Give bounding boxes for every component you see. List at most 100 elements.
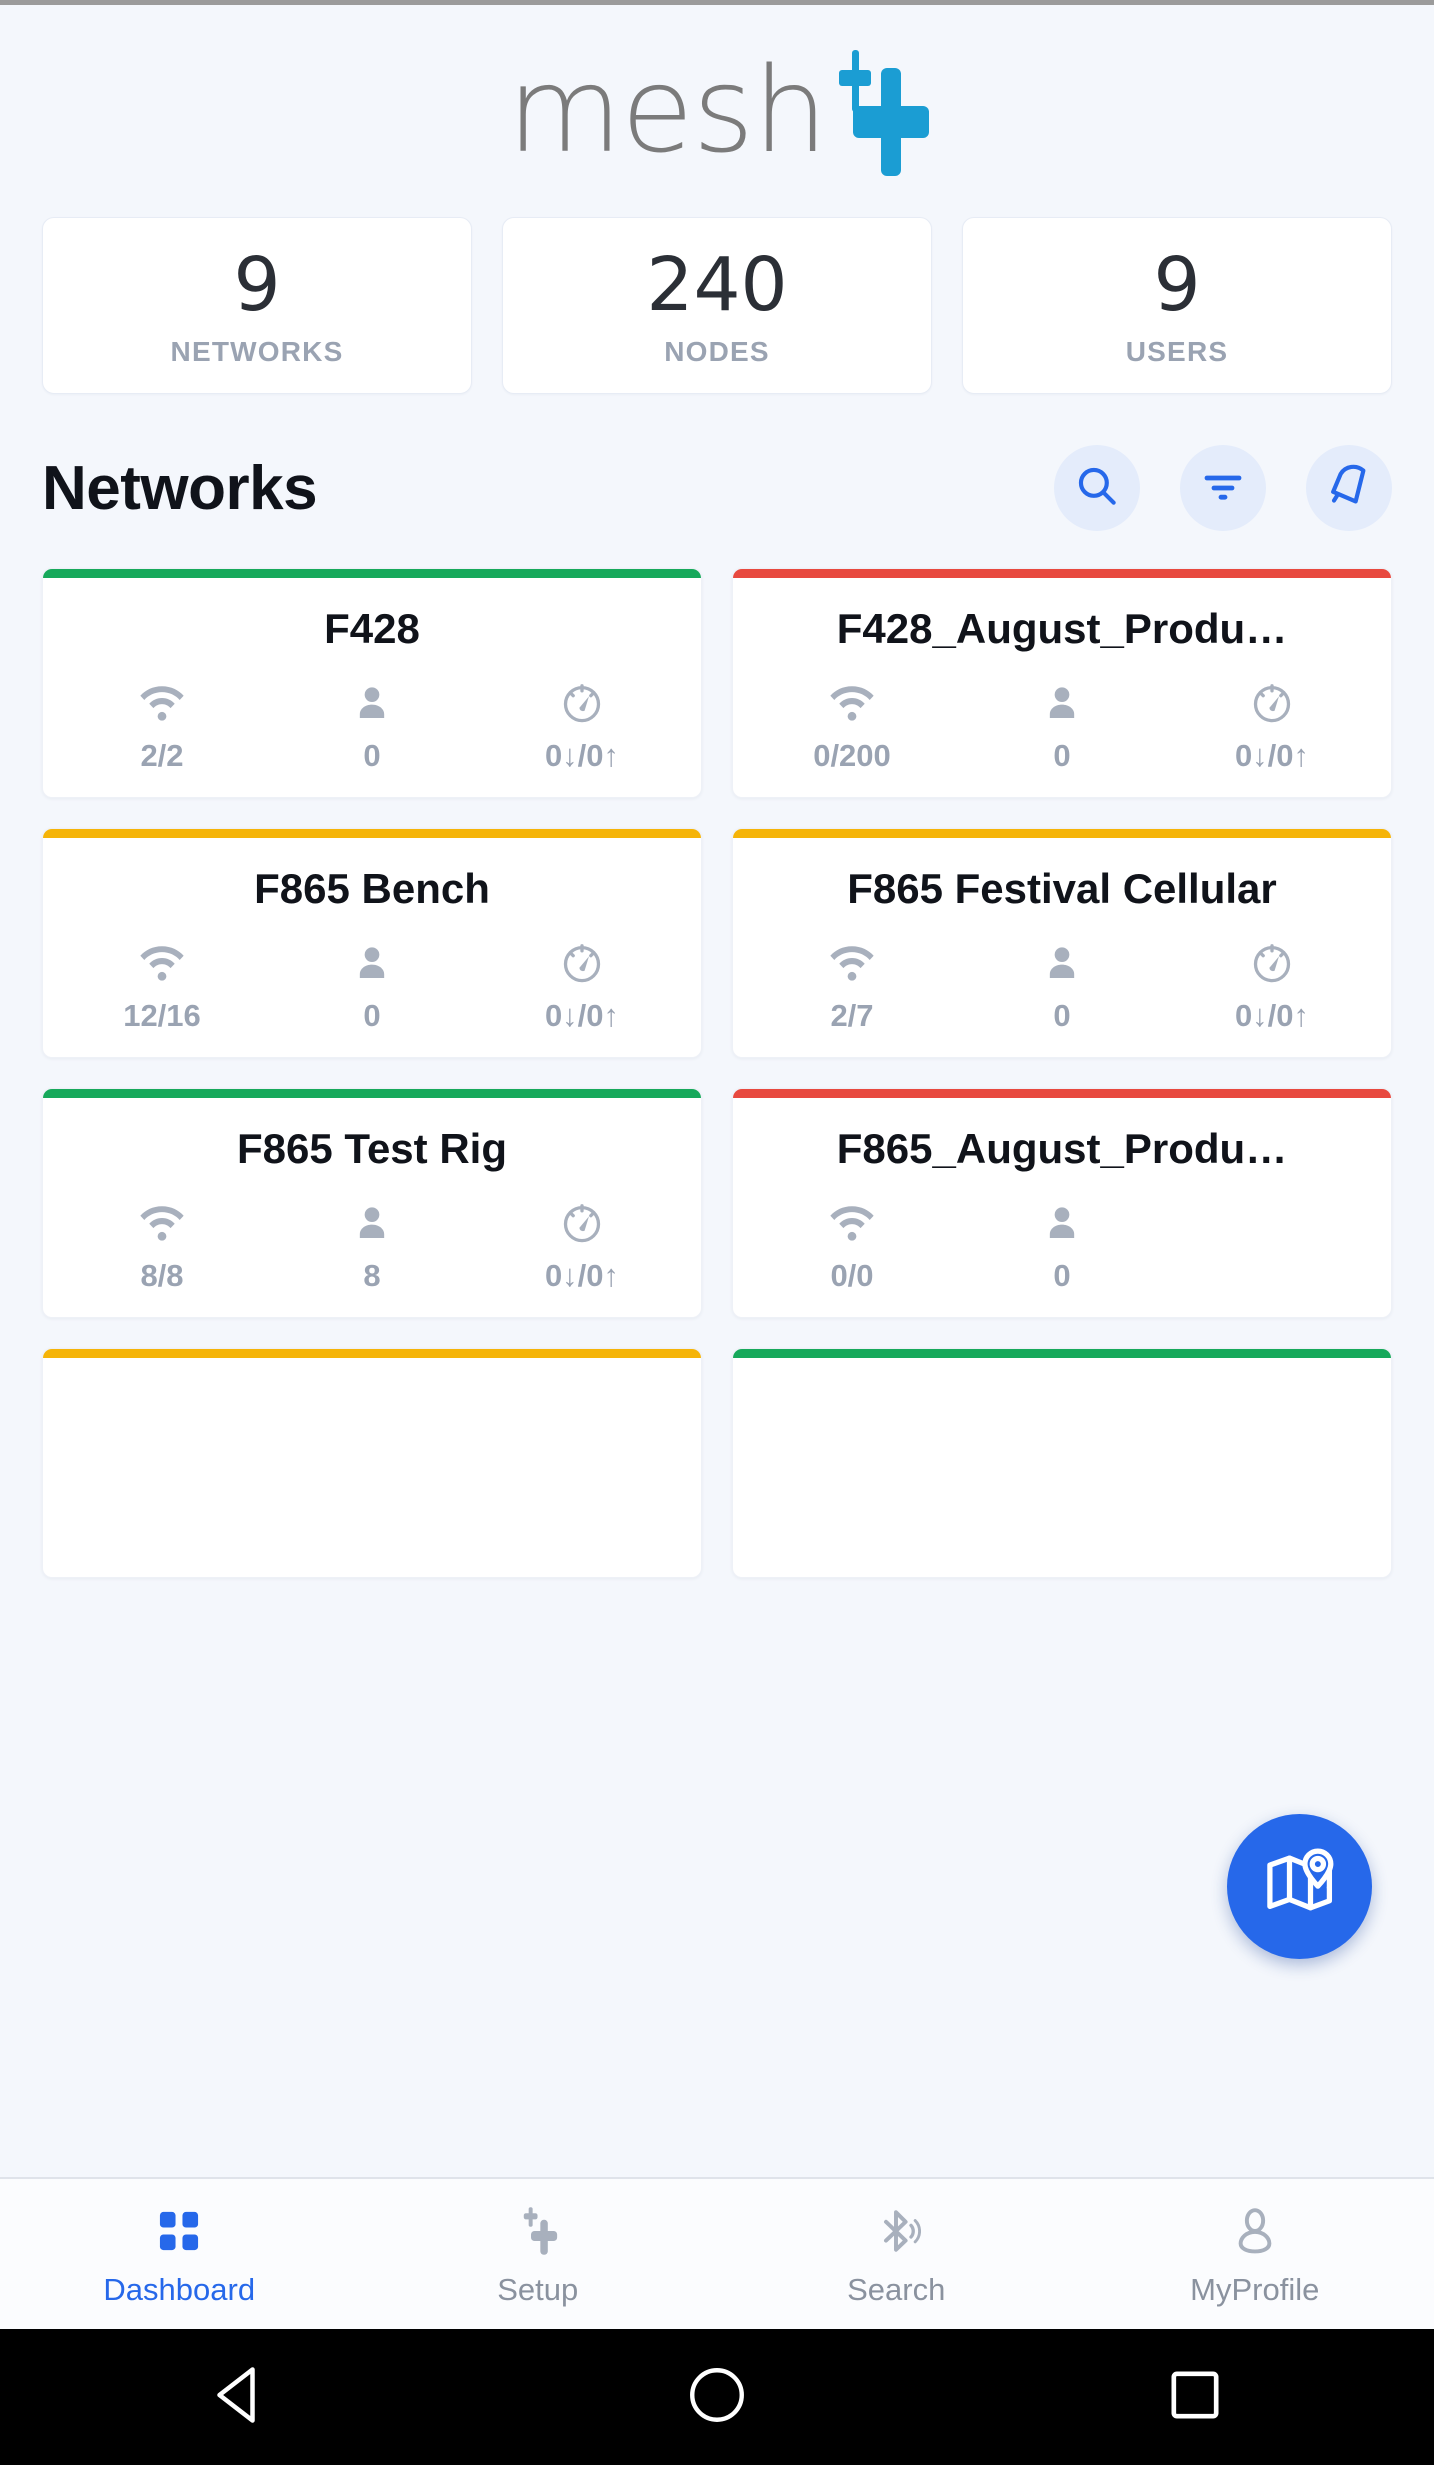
- metric-users: 0: [958, 1200, 1166, 1294]
- metric-nodes: 0/200: [748, 680, 956, 774]
- stat-card-users[interactable]: 9 USERS: [962, 217, 1392, 394]
- network-card[interactable]: F865 Bench 12/16 0 0↓/0↑: [42, 828, 702, 1058]
- speedometer-icon: [560, 940, 604, 986]
- status-strip: [733, 569, 1391, 578]
- wifi-icon: [829, 940, 875, 986]
- person-icon: [1042, 940, 1082, 986]
- search-icon: [1072, 461, 1122, 516]
- network-metrics: 0/200 0 0↓/0↑: [747, 680, 1377, 774]
- network-metrics: 0/0 0: [747, 1200, 1377, 1294]
- metric-value: 0↓/0↑: [544, 1258, 620, 1293]
- network-metrics: 12/16 0 0↓/0↑: [57, 940, 687, 1034]
- network-name: F428_August_Produ…: [836, 605, 1288, 652]
- nav-item-dashboard[interactable]: Dashboard: [0, 2200, 359, 2308]
- stat-label: USERS: [1125, 335, 1229, 367]
- bell-icon: [1324, 461, 1374, 516]
- metric-value: 8/8: [140, 1258, 184, 1293]
- metric-value: 0↓/0↑: [1234, 998, 1310, 1033]
- stat-value: 9: [233, 241, 281, 328]
- filter-button[interactable]: [1180, 445, 1266, 531]
- wifi-icon: [139, 1200, 185, 1246]
- stat-card-networks[interactable]: 9 NETWORKS: [42, 217, 472, 394]
- metric-value: 0: [363, 738, 381, 773]
- status-strip: [43, 569, 701, 578]
- status-strip: [733, 1349, 1391, 1358]
- nav-item-search[interactable]: Search: [717, 2200, 1076, 2308]
- person-icon: [1230, 2200, 1280, 2262]
- network-name: F428: [324, 605, 420, 652]
- stat-card-nodes[interactable]: 240 NODES: [502, 217, 932, 394]
- scrollable-content[interactable]: mesh 9 NETWORKS 240 NODES 9 USERS Networ…: [0, 5, 1434, 2177]
- metric-throughput: 0↓/0↑: [478, 680, 686, 774]
- metric-value: 2/2: [140, 738, 184, 773]
- network-name: F865_August_Produ…: [836, 1125, 1288, 1172]
- person-icon: [352, 1200, 392, 1246]
- status-strip: [43, 1089, 701, 1098]
- metric-nodes: 2/7: [748, 940, 956, 1034]
- nav-item-myprofile[interactable]: MyProfile: [1076, 2200, 1434, 2308]
- network-name: F865 Test Rig: [237, 1125, 507, 1172]
- metric-throughput: 0↓/0↑: [1168, 940, 1376, 1034]
- network-card[interactable]: F428 2/2 0 0↓/0↑: [42, 568, 702, 798]
- metric-value: 0↓/0↑: [544, 738, 620, 773]
- network-card[interactable]: F428_August_Produ… 0/200 0 0↓/0↑: [732, 568, 1392, 798]
- recents-square-icon: [1164, 2364, 1226, 2431]
- recents-button[interactable]: [1135, 2352, 1255, 2442]
- speedometer-icon: [1250, 940, 1294, 986]
- metric-nodes: 2/2: [58, 680, 266, 774]
- metric-value: 0↓/0↑: [1234, 738, 1310, 773]
- metric-throughput: [1168, 1200, 1376, 1212]
- stat-value: 240: [646, 241, 788, 328]
- network-card[interactable]: F865_August_Produ… 0/0 0: [732, 1088, 1392, 1318]
- person-icon: [352, 680, 392, 726]
- stat-label: NODES: [664, 335, 770, 367]
- metric-value: 0: [1053, 998, 1071, 1033]
- wifi-icon: [829, 680, 875, 726]
- metric-value: 0/0: [830, 1258, 874, 1293]
- person-icon: [1042, 680, 1082, 726]
- nav-label: MyProfile: [1190, 2272, 1320, 2307]
- network-metrics: 8/8 8 0↓/0↑: [57, 1200, 687, 1294]
- back-triangle-icon: [203, 2359, 275, 2436]
- metric-value: 0↓/0↑: [544, 998, 620, 1033]
- summary-stats: 9 NETWORKS 240 NODES 9 USERS: [0, 217, 1434, 394]
- status-strip: [733, 829, 1391, 838]
- nav-label: Setup: [497, 2272, 579, 2307]
- networks-grid: F428 2/2 0 0↓/0↑ F428_August_Produ… 0/20…: [0, 534, 1434, 1578]
- home-button[interactable]: [657, 2352, 777, 2442]
- network-name: F865 Bench: [254, 865, 490, 912]
- plus-large-icon: [852, 68, 929, 176]
- network-card[interactable]: F865 Festival Cellular 2/7 0 0↓/0↑: [732, 828, 1392, 1058]
- metric-users: 0: [268, 940, 476, 1034]
- speedometer-icon: [1250, 680, 1294, 726]
- metric-value: 8: [363, 1258, 381, 1293]
- metric-throughput: 0↓/0↑: [478, 1200, 686, 1294]
- network-metrics: 2/7 0 0↓/0↑: [747, 940, 1377, 1034]
- network-card[interactable]: [42, 1348, 702, 1578]
- speedometer-icon: [560, 680, 604, 726]
- metric-nodes: 8/8: [58, 1200, 266, 1294]
- wifi-icon: [139, 940, 185, 986]
- stat-label: NETWORKS: [170, 335, 344, 367]
- nav-item-setup[interactable]: Setup: [359, 2200, 718, 2308]
- status-strip: [733, 1089, 1391, 1098]
- wifi-icon: [139, 680, 185, 726]
- back-button[interactable]: [179, 2352, 299, 2442]
- map-view-fab[interactable]: [1227, 1814, 1372, 1959]
- status-strip: [43, 829, 701, 838]
- network-card[interactable]: [732, 1348, 1392, 1578]
- filter-icon: [1199, 462, 1247, 515]
- metric-users: 0: [268, 680, 476, 774]
- metric-value: 0: [363, 998, 381, 1033]
- notifications-button[interactable]: [1306, 445, 1392, 531]
- mesh-plus-icon: [510, 2200, 566, 2262]
- wifi-icon: [829, 1200, 875, 1246]
- search-button[interactable]: [1054, 445, 1140, 531]
- nav-label: Search: [847, 2272, 946, 2307]
- bottom-navigation: Dashboard Setup Search MyProfile: [0, 2177, 1434, 2329]
- logo-wordmark: mesh: [507, 41, 828, 179]
- app-screen: mesh 9 NETWORKS 240 NODES 9 USERS Networ…: [0, 0, 1434, 2465]
- network-card[interactable]: F865 Test Rig 8/8 8 0↓/0↑: [42, 1088, 702, 1318]
- metric-throughput: 0↓/0↑: [478, 940, 686, 1034]
- metric-value: 2/7: [830, 998, 874, 1033]
